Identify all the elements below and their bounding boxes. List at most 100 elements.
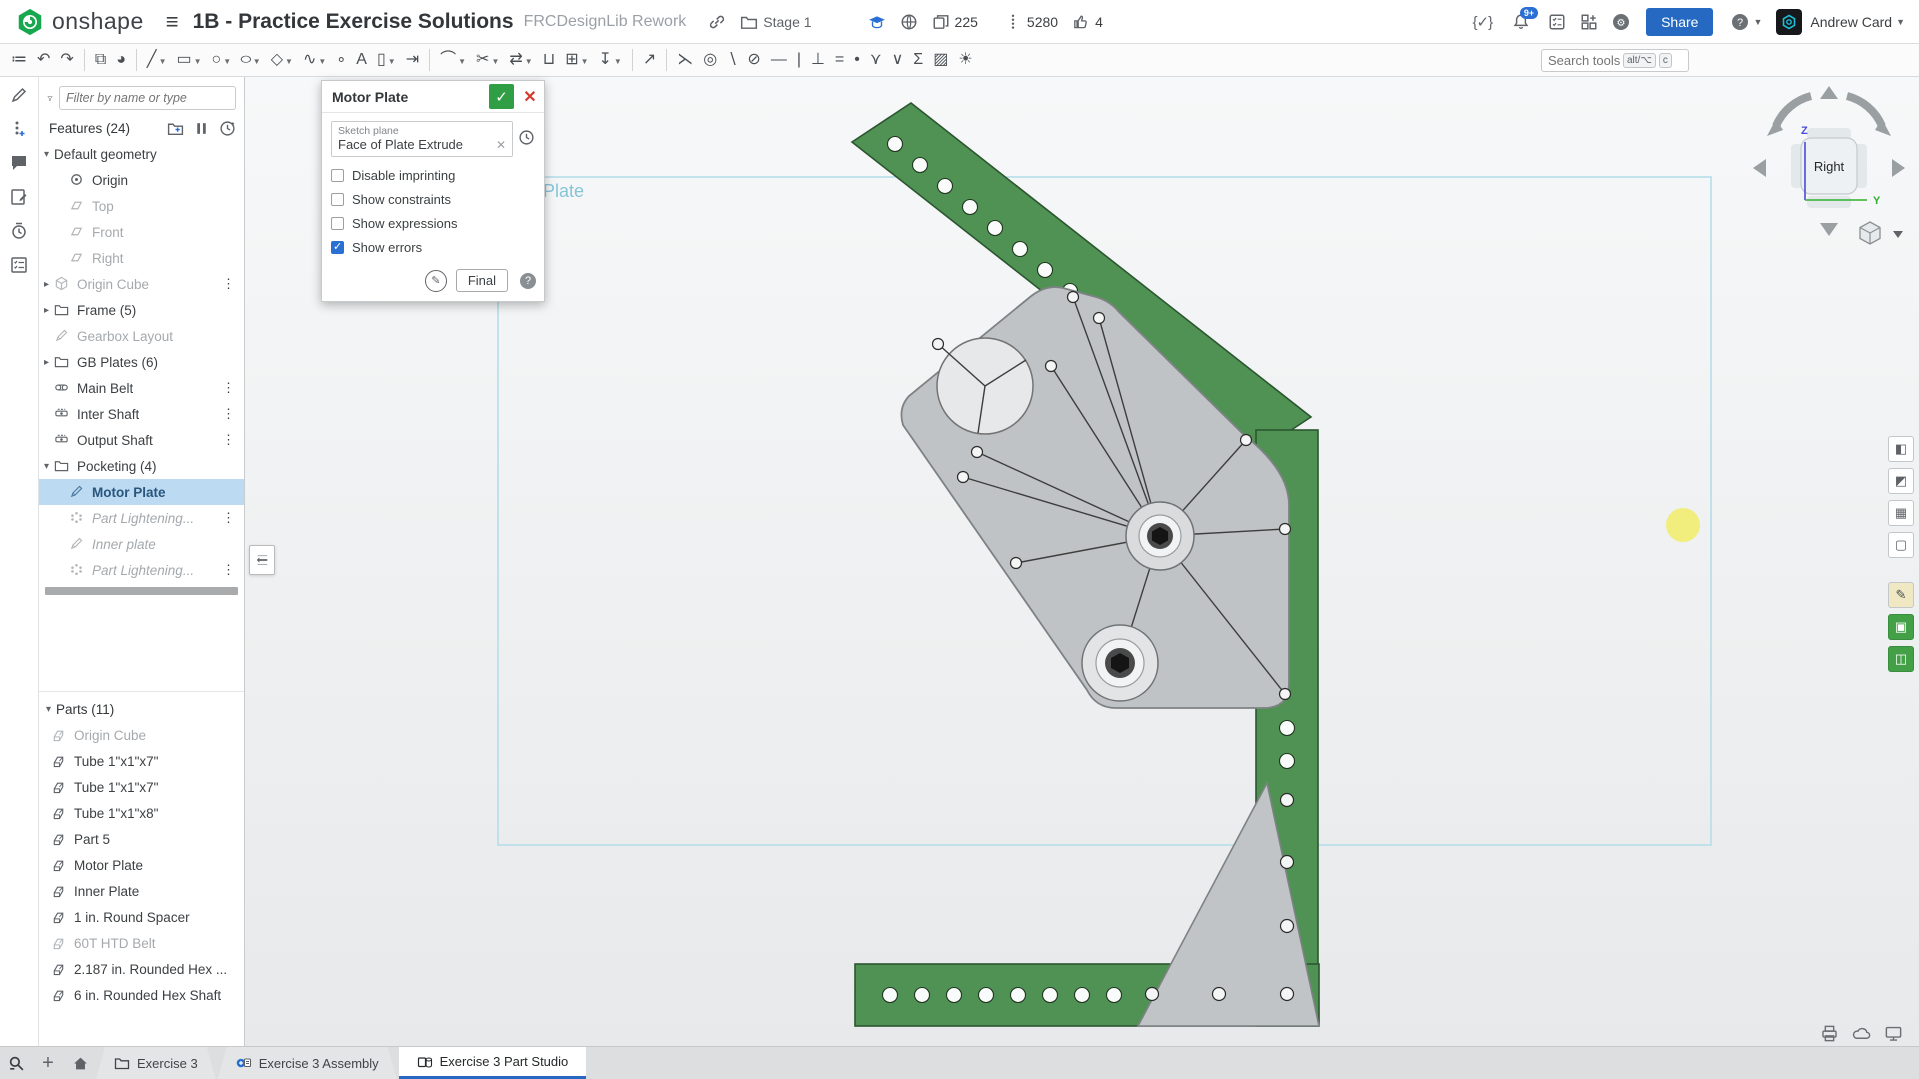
chevron-icon[interactable]: ▾	[39, 461, 54, 472]
part-round-spacer[interactable]: 1 in. Round Spacer	[39, 904, 244, 930]
pattern-tool[interactable]: ⊞▼	[562, 49, 591, 71]
feature-options-icon[interactable]: ⋮	[222, 510, 235, 526]
transform-tool[interactable]: ⇄▼	[506, 49, 535, 71]
confirm-button[interactable]: ✓	[489, 84, 514, 109]
feature-gb-plates-folder[interactable]: ▸ GB Plates (6) ⋮	[39, 349, 244, 375]
sketch-plane-field[interactable]: Sketch plane Face of Plate Extrude ✕	[331, 121, 513, 157]
fillet-tool[interactable]: ⌒▼	[437, 49, 469, 71]
feature-inter-shaft[interactable]: Inter Shaft ⋮	[39, 401, 244, 427]
view-cube-caret-icon[interactable]	[1893, 231, 1903, 238]
history-panel-icon[interactable]	[9, 221, 29, 241]
undo-tool[interactable]: ↶▼	[34, 49, 53, 71]
new-folder-icon[interactable]	[167, 120, 184, 137]
variables-panel-icon[interactable]	[9, 119, 29, 139]
text-tool[interactable]: A▼	[353, 49, 370, 71]
feature-origin-cube[interactable]: ▸ Origin Cube ⋮	[39, 271, 244, 297]
filter-input[interactable]	[59, 86, 236, 110]
tab-exercise-3-part-studio[interactable]: Exercise 3 Part Studio	[399, 1047, 587, 1079]
feature-options-icon[interactable]: ⋮	[222, 406, 235, 422]
rotate-left-arrow[interactable]	[1776, 96, 1811, 126]
redo-tool[interactable]: ↷▼	[57, 49, 76, 71]
normal-constraint[interactable]: ∨▼	[889, 49, 907, 71]
checkbox[interactable]	[331, 169, 344, 182]
checkbox[interactable]	[331, 241, 344, 254]
clear-field-icon[interactable]: ✕	[496, 138, 506, 152]
comments-panel-icon[interactable]	[9, 153, 29, 173]
feature-list-panel-icon[interactable]	[9, 85, 29, 105]
part-origin-cube[interactable]: Origin Cube	[39, 722, 244, 748]
tool-caret-icon[interactable]: ▼	[253, 57, 261, 66]
tool-caret-icon[interactable]: ▼	[223, 57, 231, 66]
view-cube-icon[interactable]	[1860, 222, 1880, 244]
avatar[interactable]	[1776, 9, 1802, 35]
chevron-icon[interactable]: ▸	[39, 357, 54, 368]
named-views-button[interactable]: ▢	[1888, 532, 1914, 558]
filter-funnel-icon[interactable]	[47, 91, 53, 106]
feature-inner-plate[interactable]: Inner plate ⋮	[39, 531, 244, 557]
final-button[interactable]: Final	[456, 269, 508, 292]
new-tab-button[interactable]: +	[32, 1047, 64, 1079]
cloud-render-icon[interactable]	[1852, 1024, 1871, 1043]
feature-front-plane[interactable]: Front ⋮	[39, 219, 244, 245]
tool-caret-icon[interactable]: ▼	[318, 57, 326, 66]
fullscreen-icon[interactable]	[1884, 1024, 1903, 1043]
checkbox[interactable]	[331, 217, 344, 230]
feature-top-plane[interactable]: Top ⋮	[39, 193, 244, 219]
circle-tool[interactable]: ○▼	[209, 49, 235, 71]
link-icon[interactable]	[708, 13, 726, 31]
rectangle-tool[interactable]: ▭▼	[173, 49, 204, 71]
tool-caret-icon[interactable]: ▼	[159, 57, 167, 66]
lower-hub[interactable]	[1082, 625, 1158, 701]
section-view-button[interactable]: ◩	[1888, 468, 1914, 494]
panel-flyout-button[interactable]	[249, 545, 275, 575]
search-tools-box[interactable]: alt/⌥ c	[1541, 49, 1689, 72]
thumbs-up-icon[interactable]	[1072, 13, 1090, 31]
share-button[interactable]: Share	[1646, 8, 1713, 36]
point-tool[interactable]: ∘▼	[333, 49, 349, 71]
feature-output-shaft[interactable]: Output Shaft ⋮	[39, 427, 244, 453]
home-tab-button[interactable]	[64, 1047, 96, 1079]
part-inner-plate[interactable]: Inner Plate	[39, 878, 244, 904]
vertical-constraint[interactable]: |▼	[794, 49, 804, 71]
rollback-bar[interactable]	[45, 587, 238, 595]
parts-filter-button[interactable]: ◫	[1888, 646, 1914, 672]
feature-origin[interactable]: Origin ⋮	[39, 167, 244, 193]
trim-tool[interactable]: ✂▼	[473, 49, 502, 71]
tool-caret-icon[interactable]: ▼	[614, 57, 622, 66]
horizontal-constraint[interactable]: ―▼	[768, 49, 790, 71]
copies-icon[interactable]	[932, 13, 950, 31]
checkbox-row[interactable]: Show errors	[331, 235, 535, 259]
feature-options-icon[interactable]: ⋮	[222, 380, 235, 396]
ellipse-tool[interactable]: ○▼	[238, 49, 264, 71]
checkbox-row[interactable]: Disable imprinting	[331, 163, 535, 187]
user-menu-caret-icon[interactable]: ▼	[1896, 17, 1905, 27]
part-part-5[interactable]: Part 5	[39, 826, 244, 852]
tilt-down-arrow[interactable]	[1820, 223, 1838, 236]
feature-gearbox-layout[interactable]: Gearbox Layout ⋮	[39, 323, 244, 349]
notes-panel-icon[interactable]	[9, 187, 29, 207]
checkbox-row[interactable]: Show expressions	[331, 211, 535, 235]
offset-tool[interactable]: ⇥▼	[403, 49, 422, 71]
part-tube-1x1x7-a[interactable]: Tube 1"x1"x7"	[39, 748, 244, 774]
feature-motor-plate[interactable]: Motor Plate ⋮	[39, 479, 244, 505]
bom-panel-icon[interactable]	[9, 255, 29, 275]
equal-constraint[interactable]: =▼	[832, 49, 847, 71]
chevron-icon[interactable]: ▸	[39, 305, 54, 316]
checkbox[interactable]	[331, 193, 344, 206]
search-tools-input[interactable]	[1548, 53, 1620, 68]
cancel-button[interactable]: ✕	[519, 84, 541, 109]
tool-caret-icon[interactable]: ▼	[491, 57, 499, 66]
feature-part-lightening-1[interactable]: Part Lightening... ⋮	[39, 505, 244, 531]
user-name[interactable]: Andrew Card	[1810, 14, 1892, 30]
apps-grid-icon[interactable]	[1580, 13, 1598, 31]
rollback-clock-icon[interactable]	[219, 120, 236, 137]
center-hub[interactable]	[1126, 502, 1194, 570]
tasks-list-icon[interactable]	[1548, 13, 1566, 31]
view-settings-button[interactable]: ◧	[1888, 436, 1914, 462]
feature-frame-folder[interactable]: ▸ Frame (5) ⋮	[39, 297, 244, 323]
line-tool[interactable]: ╱▼	[144, 49, 170, 71]
public-globe-icon[interactable]	[900, 13, 918, 31]
tilt-up-arrow[interactable]	[1820, 86, 1838, 99]
feature-right-plane[interactable]: Right ⋮	[39, 245, 244, 271]
measure-tool[interactable]: ↗▼	[640, 49, 659, 71]
